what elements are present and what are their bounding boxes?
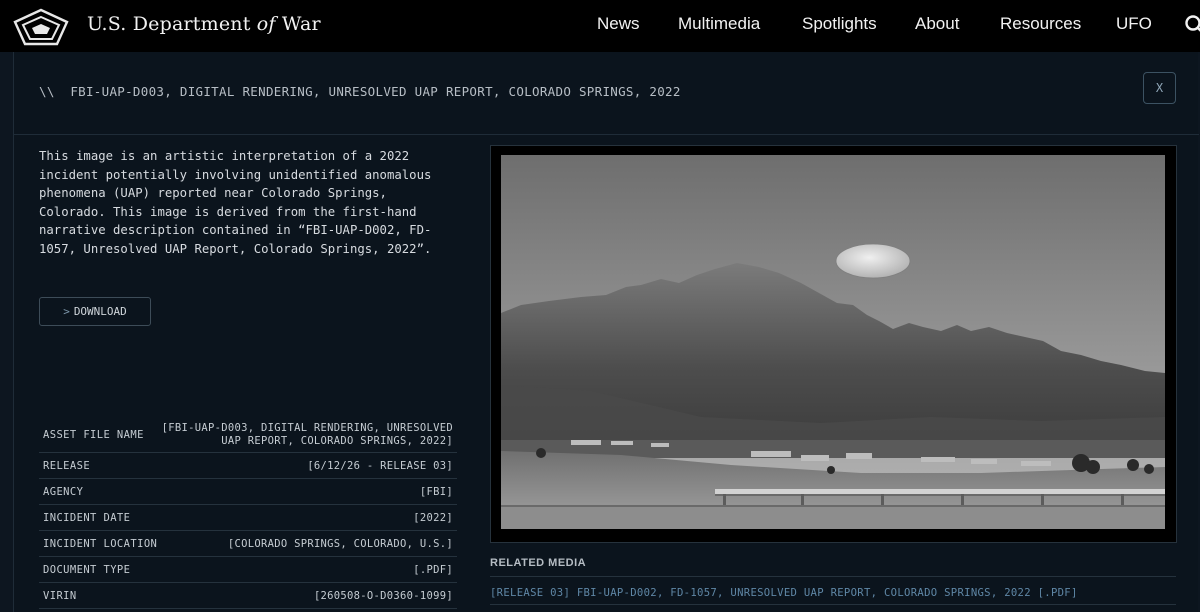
related-divider — [490, 576, 1176, 577]
related-media-heading: RELATED MEDIA — [490, 557, 587, 569]
metadata-row: AGENCY [FBI] — [39, 479, 457, 505]
metadata-value: [FBI-UAP-D003, DIGITAL RENDERING, UNRESO… — [161, 421, 453, 447]
nav-item-multimedia[interactable]: Multimedia — [678, 14, 760, 34]
chevron-right-icon: > — [63, 305, 70, 318]
metadata-value: [260508-O-D0360-1099] — [313, 589, 453, 602]
asset-detail-modal: \\ FBI-UAP-D003, DIGITAL RENDERING, UNRE… — [13, 52, 1199, 612]
metadata-row: DOCUMENT TYPE [.PDF] — [39, 557, 457, 583]
nav-item-news[interactable]: News — [597, 14, 640, 34]
metadata-row: INCIDENT DATE [2022] — [39, 505, 457, 531]
title-prefix-icon: \\ — [39, 84, 55, 99]
metadata-value: [COLORADO SPRINGS, COLORADO, U.S.] — [227, 537, 453, 550]
nav-item-spotlights[interactable]: Spotlights — [802, 14, 877, 34]
metadata-value: [2022] — [413, 511, 453, 524]
nav-item-resources[interactable]: Resources — [1000, 14, 1081, 34]
main-nav: News Multimedia Spotlights About Resourc… — [0, 14, 1200, 36]
metadata-label: INCIDENT LOCATION — [43, 537, 158, 550]
metadata-label: DOCUMENT TYPE — [43, 563, 131, 576]
metadata-label: INCIDENT DATE — [43, 511, 131, 524]
modal-title-text: FBI-UAP-D003, DIGITAL RENDERING, UNRESOL… — [70, 84, 681, 99]
metadata-label: VIRIN — [43, 589, 77, 602]
related-divider-bottom — [490, 604, 1176, 605]
metadata-label: RELEASE — [43, 459, 91, 472]
metadata-row: ASSET FILE NAME [FBI-UAP-D003, DIGITAL R… — [39, 417, 457, 453]
top-navigation-bar: U.S. Department of War News Multimedia S… — [0, 0, 1200, 52]
nav-item-ufo[interactable]: UFO — [1116, 14, 1152, 34]
metadata-label: AGENCY — [43, 485, 84, 498]
nav-item-about[interactable]: About — [915, 14, 959, 34]
uap-rendering-image[interactable] — [501, 155, 1165, 529]
download-label: DOWNLOAD — [73, 305, 127, 318]
metadata-row: RELEASE [6/12/26 - RELEASE 03] — [39, 453, 457, 479]
related-media-link[interactable]: [RELEASE 03] FBI-UAP-D002, FD-1057, UNRE… — [490, 587, 1078, 599]
metadata-value: [FBI] — [419, 485, 453, 498]
metadata-table: ASSET FILE NAME [FBI-UAP-D003, DIGITAL R… — [39, 417, 457, 609]
metadata-row: INCIDENT LOCATION [COLORADO SPRINGS, COL… — [39, 531, 457, 557]
metadata-value: [.PDF] — [413, 563, 453, 576]
asset-image-frame — [490, 145, 1177, 543]
download-button[interactable]: > DOWNLOAD — [39, 297, 151, 326]
metadata-row: VIRIN [260508-O-D0360-1099] — [39, 583, 457, 609]
search-icon[interactable] — [1184, 14, 1200, 36]
modal-title: \\ FBI-UAP-D003, DIGITAL RENDERING, UNRE… — [39, 84, 681, 99]
header-divider — [14, 134, 1199, 135]
asset-description: This image is an artistic interpretation… — [39, 149, 432, 256]
metadata-value: [6/12/26 - RELEASE 03] — [307, 459, 453, 472]
metadata-label: ASSET FILE NAME — [43, 428, 144, 441]
close-button[interactable]: X — [1143, 72, 1176, 104]
